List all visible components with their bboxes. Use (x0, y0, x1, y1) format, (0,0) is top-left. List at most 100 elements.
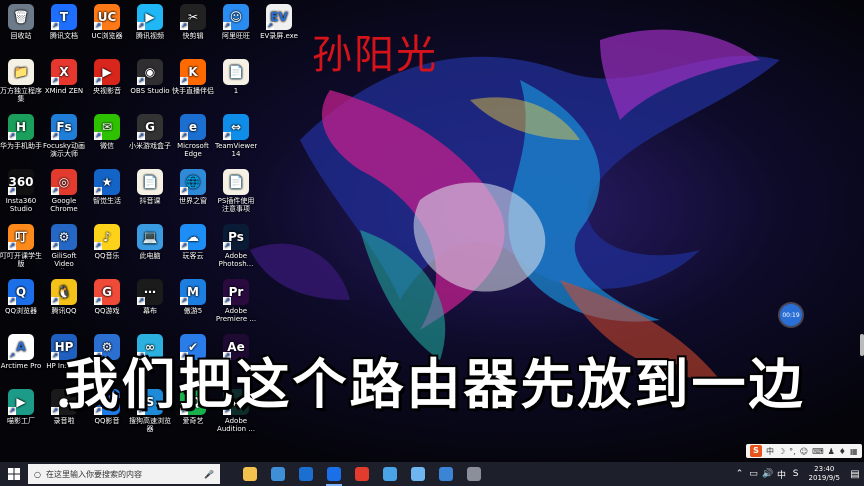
desktop-icon[interactable]: 360↗ Insta360 Studio 2019 (0, 169, 42, 214)
desktop-icon-label: EV录屏.exe (260, 32, 298, 40)
keyboard-icon[interactable]: ⌨ (812, 447, 824, 456)
app-icon: Pr ↗ (223, 279, 249, 305)
desktop-icon[interactable]: 📄 抖音课 (129, 169, 171, 205)
desktop-icon[interactable]: UC ↗ UC浏览器 (86, 4, 128, 40)
desktop-icon-label: OBS Studio (130, 87, 170, 95)
desktop-icon-label: 快剪辑 (182, 32, 204, 40)
taskbar-app-app-blue-1[interactable] (376, 462, 404, 486)
desktop-icon[interactable]: Pr ↗ Adobe Premiere ... (215, 279, 257, 323)
taskbar-app-edge[interactable] (292, 462, 320, 486)
taskbar-app-app-blue-3[interactable] (432, 462, 460, 486)
microphone-icon[interactable]: 🎤 (204, 470, 214, 479)
shortcut-arrow-icon: ↗ (137, 77, 145, 85)
volume-icon[interactable]: 🔊 (761, 469, 775, 479)
taskbar-app-app-grey[interactable] (460, 462, 488, 486)
desktop-icon[interactable]: ☺ ↗ 阿里旺旺 (215, 4, 257, 40)
desktop-icon[interactable]: ♪ ↗ QQ音乐 (86, 224, 128, 260)
desktop-icon[interactable]: G ↗ 小米游戏盒子 (129, 114, 171, 150)
taskbar-app-file-explorer[interactable] (236, 462, 264, 486)
taskbar-search-box[interactable]: ○ 在这里输入你要搜索的内容 🎤 (28, 464, 220, 484)
desktop-icon[interactable]: ⋯ ↗ 幕布 (129, 279, 171, 315)
desktop-icon[interactable]: ⚙↗ GiliSoft Video Edit... (43, 224, 85, 269)
desktop-icon[interactable]: X ↗ XMind ZEN (43, 59, 85, 95)
app-icon: EV ↗ (266, 4, 292, 30)
taskbar-clock[interactable]: 23:40 2019/9/5 (809, 465, 840, 483)
user-icon[interactable]: ♟ (828, 447, 835, 456)
moon-icon[interactable]: ☽ (778, 447, 785, 456)
desktop-icon[interactable]: G ↗ QQ游戏 (86, 279, 128, 315)
desktop-icon[interactable]: EV ↗ EV录屏.exe (258, 4, 300, 40)
system-tray: ⌃ ▭ 🔊 中 S 23:40 2019/9/5 ▤ (733, 462, 864, 486)
desktop-icon[interactable]: Q ↗ QQ浏览器 (0, 279, 42, 315)
app-icon: ⋯ ↗ (137, 279, 163, 305)
app-icon: 📄 (223, 169, 249, 195)
desktop-icon[interactable]: Fs ↗ Focusky动画演示大师 (43, 114, 85, 158)
sogou-tray-icon[interactable]: S (789, 469, 803, 479)
desktop-icon[interactable]: ▶ ↗ 腾讯视频 (129, 4, 171, 40)
desktop-icon[interactable]: M ↗ 傲游5 (172, 279, 214, 315)
desktop-icon[interactable]: 📄 PS插件使用注意事项 (215, 169, 257, 213)
shortcut-arrow-icon: ↗ (137, 132, 145, 140)
shortcut-arrow-icon: ↗ (266, 22, 274, 30)
desktop-icon[interactable]: 📁 万方独立程序集 (0, 59, 42, 103)
desktop-icon[interactable]: ✂ ↗ 快剪辑 (172, 4, 214, 40)
desktop-icon[interactable]: ◉ ↗ OBS Studio (129, 59, 171, 95)
desktop-icon[interactable]: 叮 ↗ 叮叮开课学生版 (0, 224, 42, 268)
desktop-icon[interactable]: 🐧 ↗ 腾讯QQ (43, 279, 85, 315)
shortcut-arrow-icon: ↗ (223, 242, 231, 250)
desktop-icon[interactable]: 💻 此电脑 (129, 224, 171, 260)
desktop-icon[interactable]: H ↗ 华为手机助手 (0, 114, 42, 150)
app-icon: 叮 ↗ (8, 224, 34, 250)
app-icon: ☁ ↗ (180, 224, 206, 250)
recording-timer-badge[interactable]: 00:19 (780, 304, 802, 326)
ime-toolbar[interactable]: S 中 ☽ °, ☺ ⌨ ♟ ♦ ▦ (746, 444, 862, 458)
edge-handle[interactable] (860, 334, 864, 356)
shortcut-arrow-icon: ↗ (94, 132, 102, 140)
desktop-icon-label: 小米游戏盒子 (129, 142, 171, 150)
emoji-icon[interactable]: ☺ (800, 447, 808, 456)
desktop-icon[interactable]: ▶ ↗ 央视影音 (86, 59, 128, 95)
edge-icon (299, 467, 313, 481)
chevron-up-icon[interactable]: ⌃ (733, 469, 747, 479)
desktop-icon[interactable]: Ps ↗ Adobe Photosh... (215, 224, 257, 268)
network-icon[interactable]: ▭ (747, 469, 761, 479)
shirt-icon[interactable]: ♦ (839, 447, 846, 456)
punctuation-icon[interactable]: °, (789, 447, 796, 456)
desktop-icon[interactable]: 🗑 回收站 (0, 4, 42, 40)
desktop-icon-label: UC浏览器 (91, 32, 123, 40)
desktop-icon[interactable]: 📄 1 (215, 59, 257, 95)
taskbar-app-boat-app[interactable] (264, 462, 292, 486)
desktop-icon[interactable]: 🌐 ↗ 世界之窗 (172, 169, 214, 205)
desktop-icon-label: 智觉生活 (93, 197, 121, 205)
desktop-icon[interactable]: ⇔ ↗ TeamViewer 14 (215, 114, 257, 158)
shortcut-arrow-icon: ↗ (94, 187, 102, 195)
desktop-icon-label: Google Chrome (50, 197, 78, 213)
shortcut-arrow-icon: ↗ (223, 297, 231, 305)
taskbar-app-chrome[interactable] (348, 462, 376, 486)
ime-language-label[interactable]: 中 (766, 446, 774, 457)
ime-indicator-icon[interactable]: 中 (775, 468, 789, 481)
desktop-icon-label: 腾讯文档 (50, 32, 78, 40)
taskbar-app-qq-browser[interactable] (320, 462, 348, 486)
desktop-icon[interactable]: ✉ ↗ 微信 (86, 114, 128, 150)
shortcut-arrow-icon: ↗ (8, 132, 16, 140)
grid-icon[interactable]: ▦ (850, 447, 858, 456)
desktop-icon-label: Adobe Audition ... (217, 417, 255, 433)
app-icon: 💻 (137, 224, 163, 250)
desktop-icon-label: Adobe Photosh... (218, 252, 254, 268)
shortcut-arrow-icon: ↗ (94, 77, 102, 85)
desktop-icon[interactable]: ☁ ↗ 玩客云 (172, 224, 214, 260)
desktop-icon[interactable]: ★ ↗ 智觉生活 (86, 169, 128, 205)
sogou-logo-icon[interactable]: S (750, 445, 762, 457)
desktop-icon[interactable]: K ↗ 快手直播伴侣 (172, 59, 214, 95)
notification-center-icon[interactable]: ▤ (846, 469, 864, 480)
app-icon: ▶ ↗ (94, 59, 120, 85)
taskbar-app-app-blue-2[interactable] (404, 462, 432, 486)
desktop-icon[interactable]: e ↗ Microsoft Edge (172, 114, 214, 158)
app-icon: ★ ↗ (94, 169, 120, 195)
desktop-icon[interactable]: ◎ ↗ Google Chrome (43, 169, 85, 213)
desktop-icon-label: Adobe Premiere ... (215, 307, 257, 323)
shortcut-arrow-icon: ↗ (180, 77, 188, 85)
desktop-icon[interactable]: T ↗ 腾讯文档 (43, 4, 85, 40)
start-button[interactable] (0, 462, 28, 486)
